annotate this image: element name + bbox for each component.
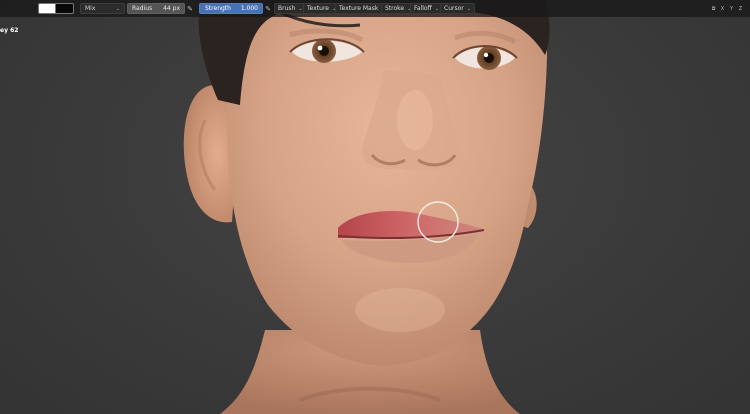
secondary-color-swatch[interactable] [56, 3, 74, 14]
brush-menu-label: Brush [278, 5, 296, 12]
chevron-down-icon: ⌄ [115, 5, 120, 12]
cursor-menu-label: Cursor [444, 5, 464, 12]
radius-label: Radius [132, 5, 153, 12]
strength-field[interactable]: Strength 1.000 [199, 3, 263, 14]
radius-value: 44 px [163, 5, 180, 12]
symmetry-icon[interactable]: ⧉ [710, 6, 717, 12]
stroke-menu-label: Stroke [385, 5, 405, 12]
viewport-status-text: ey 62 [0, 27, 19, 34]
texture-menu-label: Texture [307, 5, 329, 12]
chevron-down-icon: ⌄ [298, 5, 303, 12]
symmetry-y-toggle[interactable]: Y [728, 6, 735, 12]
symmetry-z-toggle[interactable]: Z [737, 6, 744, 12]
blend-mode-select[interactable]: Mix ⌄ [80, 3, 125, 14]
texture-mask-menu-label: Texture Mask [339, 5, 379, 12]
pen-pressure-icon[interactable]: ✎ [186, 3, 194, 14]
blend-mode-label: Mix [85, 5, 96, 12]
3d-viewport[interactable] [0, 0, 750, 414]
symmetry-toggles: ⧉ X Y Z [710, 3, 748, 14]
falloff-menu[interactable]: Falloff ⌄ [410, 3, 443, 14]
primary-color-swatch[interactable] [38, 3, 56, 14]
cursor-menu[interactable]: Cursor ⌄ [440, 3, 475, 14]
symmetry-x-toggle[interactable]: X [719, 6, 726, 12]
strength-label: Strength [205, 5, 231, 12]
pen-pressure-icon[interactable]: ✎ [264, 3, 272, 14]
brush-menu[interactable]: Brush ⌄ [274, 3, 307, 14]
falloff-menu-label: Falloff [414, 5, 432, 12]
sculpt-model[interactable] [0, 0, 750, 414]
radius-field[interactable]: Radius 44 px [127, 3, 185, 14]
chevron-down-icon: ⌄ [434, 5, 439, 12]
strength-value: 1.000 [240, 5, 258, 12]
chevron-down-icon: ⌄ [466, 5, 471, 12]
tool-header: Mix ⌄ Radius 44 px ✎ Strength 1.000 ✎ Br… [0, 0, 750, 17]
